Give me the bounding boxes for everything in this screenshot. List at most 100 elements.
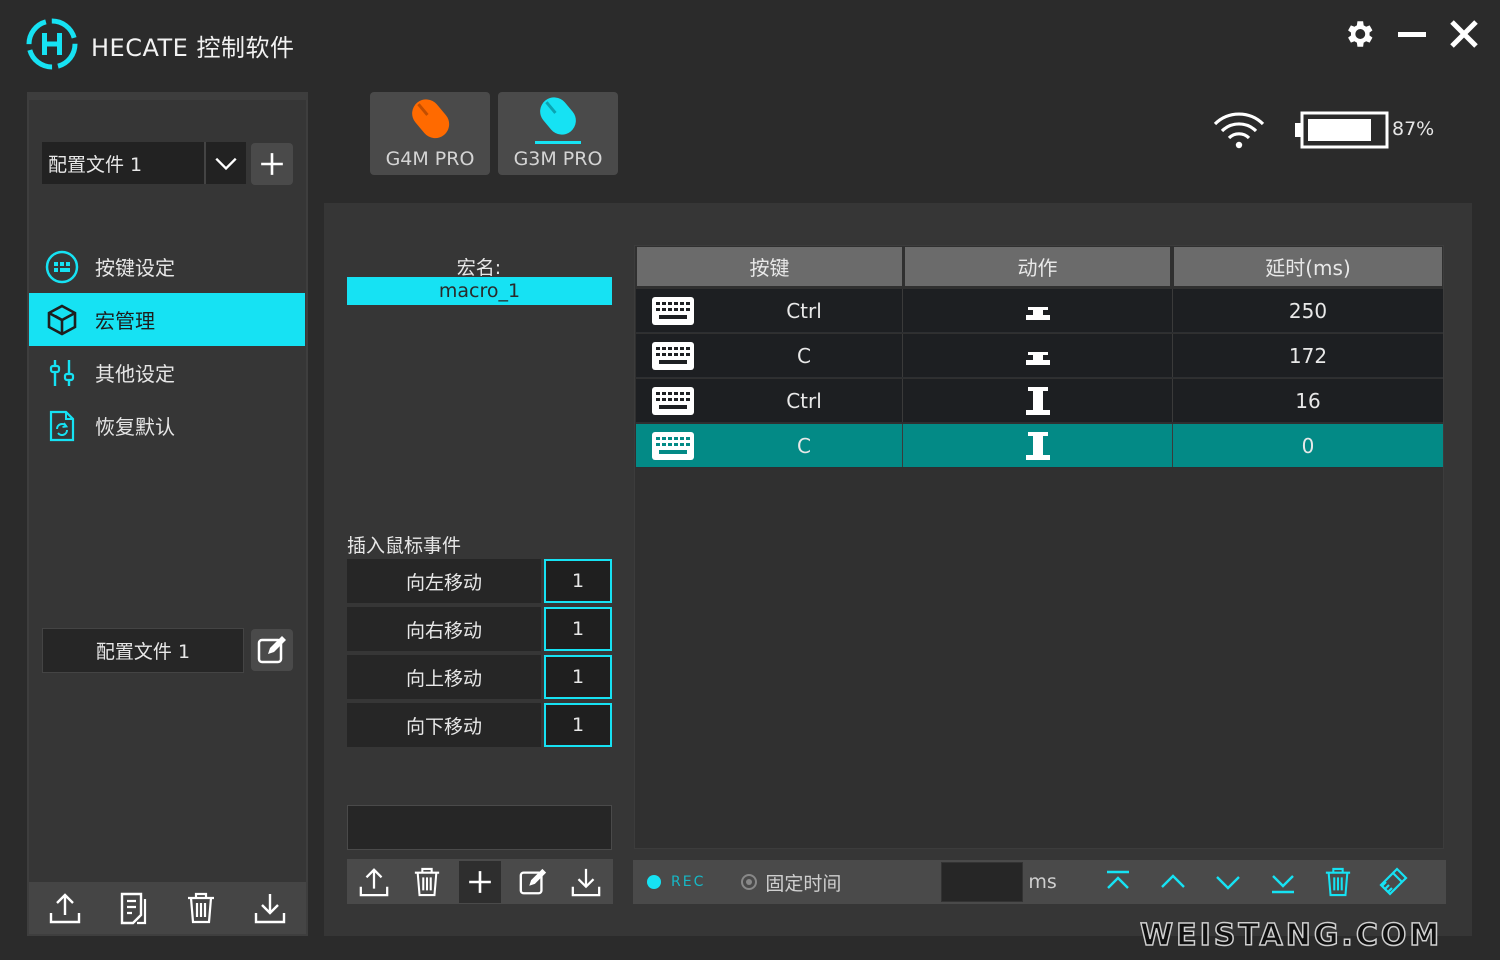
device-tab-g3m-pro[interactable]: G3M PRO	[498, 92, 618, 175]
gear-icon	[1348, 21, 1373, 47]
download-icon	[572, 868, 601, 896]
plus-icon	[261, 153, 283, 175]
record-label[interactable]: REC	[671, 874, 705, 890]
fixed-time-input[interactable]	[941, 862, 1024, 902]
table-row[interactable]: Ctrl 16	[636, 379, 1443, 423]
move-right-button[interactable]: 向右移动	[347, 607, 541, 651]
chevron-down-icon	[1215, 876, 1240, 890]
table-row[interactable]: Ctrl 250	[636, 289, 1443, 333]
sidebar	[27, 92, 308, 936]
table-row[interactable]: C 172	[636, 334, 1443, 378]
move-up-row: 向上移动 1	[347, 655, 612, 699]
add-profile-button[interactable]	[251, 143, 293, 185]
insert-mouse-event-label: 插入鼠标事件	[347, 535, 462, 557]
delete-event-button[interactable]	[1317, 861, 1359, 903]
sidebar-toolbar	[29, 882, 306, 934]
delete-macro-button[interactable]	[406, 861, 448, 903]
ms-unit-label: ms	[1028, 871, 1057, 893]
fixed-time-radio[interactable]	[741, 874, 758, 890]
edit-icon	[257, 636, 286, 664]
nav-restore-default[interactable]: 恢复默认	[29, 399, 305, 452]
keypad-icon	[45, 250, 79, 283]
edit-icon	[519, 868, 547, 894]
export-macro-button[interactable]	[565, 861, 607, 903]
keyboard-icon	[652, 342, 694, 370]
nav-macro-management[interactable]: 宏管理	[29, 293, 305, 346]
move-up-button[interactable]: 向上移动	[347, 655, 541, 699]
move-to-top-button[interactable]	[1097, 861, 1139, 903]
sliders-icon	[49, 359, 75, 386]
delay-value: 0	[1301, 433, 1315, 458]
key-press-icon	[1025, 386, 1050, 415]
keyboard-icon	[652, 387, 694, 415]
upload-icon	[359, 867, 388, 896]
fixed-time-label: 固定时间	[765, 872, 842, 895]
move-up-value[interactable]: 1	[544, 655, 612, 699]
column-header-action: 动作	[905, 247, 1170, 286]
nav-key-settings[interactable]: 按键设定	[29, 240, 305, 293]
move-left-row: 向左移动 1	[347, 559, 612, 603]
key-release-icon	[1025, 351, 1050, 365]
watermark: WEISTANG.COM	[1139, 917, 1443, 954]
record-dot-icon[interactable]	[647, 875, 661, 889]
cube-icon	[47, 304, 77, 335]
device-tab-g4m-pro[interactable]: G4M PRO	[370, 92, 490, 175]
nav-label: 恢复默认	[95, 415, 175, 439]
nav-label: 其他设定	[95, 362, 175, 386]
device-label: G3M PRO	[513, 148, 603, 170]
macro-name-input[interactable]: macro_1	[347, 277, 612, 305]
import-macro-button[interactable]	[353, 861, 395, 903]
move-up-button[interactable]	[1152, 861, 1194, 903]
move-left-value[interactable]: 1	[544, 559, 612, 603]
macro-list-box[interactable]	[347, 805, 612, 850]
move-left-button[interactable]: 向左移动	[347, 559, 541, 603]
wifi-icon	[1213, 112, 1265, 149]
edit-macro-button[interactable]	[512, 861, 554, 903]
broom-icon	[1379, 867, 1408, 896]
trash-icon[interactable]	[186, 891, 216, 925]
chevron-down-icon[interactable]	[204, 142, 246, 184]
download-icon[interactable]	[253, 891, 287, 925]
upload-icon[interactable]	[48, 891, 82, 925]
delay-value: 250	[1288, 298, 1328, 323]
app-title: HECATE 控制软件	[91, 34, 295, 62]
add-macro-button[interactable]	[458, 860, 501, 903]
profile-dropdown-value: 配置文件 1	[48, 153, 143, 176]
document-list-icon[interactable]	[119, 891, 149, 925]
move-down-button[interactable]: 向下移动	[347, 703, 541, 747]
macro-toolbar	[347, 859, 613, 904]
key-release-icon	[1025, 306, 1050, 320]
settings-button[interactable]	[1339, 14, 1379, 54]
key-press-icon	[1025, 431, 1050, 460]
close-button[interactable]	[1444, 14, 1484, 54]
battery-icon	[1295, 111, 1389, 149]
minimize-button[interactable]	[1392, 14, 1432, 54]
restore-icon	[49, 410, 75, 441]
nav-other-settings[interactable]: 其他设定	[29, 346, 305, 399]
table-row-selected[interactable]: C 0	[636, 424, 1443, 468]
trash-icon	[1325, 867, 1350, 897]
minimize-icon	[1398, 32, 1426, 37]
device-label: G4M PRO	[385, 148, 475, 170]
record-bar: REC 固定时间 ms	[633, 860, 1446, 904]
mouse-icon	[412, 99, 450, 139]
nav-label: 按键设定	[95, 256, 175, 280]
edit-profile-button[interactable]	[251, 629, 293, 671]
move-to-bottom-button[interactable]	[1262, 861, 1304, 903]
sidebar-top-strip	[27, 92, 308, 100]
clear-events-button[interactable]	[1372, 861, 1414, 903]
move-right-row: 向右移动 1	[347, 607, 612, 651]
battery-percentage: 87%	[1392, 118, 1435, 140]
move-right-value[interactable]: 1	[544, 607, 612, 651]
delay-value: 16	[1295, 388, 1321, 413]
move-to-bottom-icon	[1271, 875, 1294, 894]
macro-name-label: 宏名:	[456, 257, 502, 279]
column-header-key: 按键	[637, 247, 902, 286]
profile-dropdown[interactable]: 配置文件 1	[42, 142, 246, 184]
chevron-up-icon	[1160, 874, 1185, 888]
profile-name-field[interactable]: 配置文件 1	[42, 628, 244, 673]
move-down-value[interactable]: 1	[544, 703, 612, 747]
close-icon	[1450, 20, 1478, 48]
column-header-delay: 延时(ms)	[1174, 247, 1442, 286]
move-down-button[interactable]	[1207, 861, 1249, 903]
